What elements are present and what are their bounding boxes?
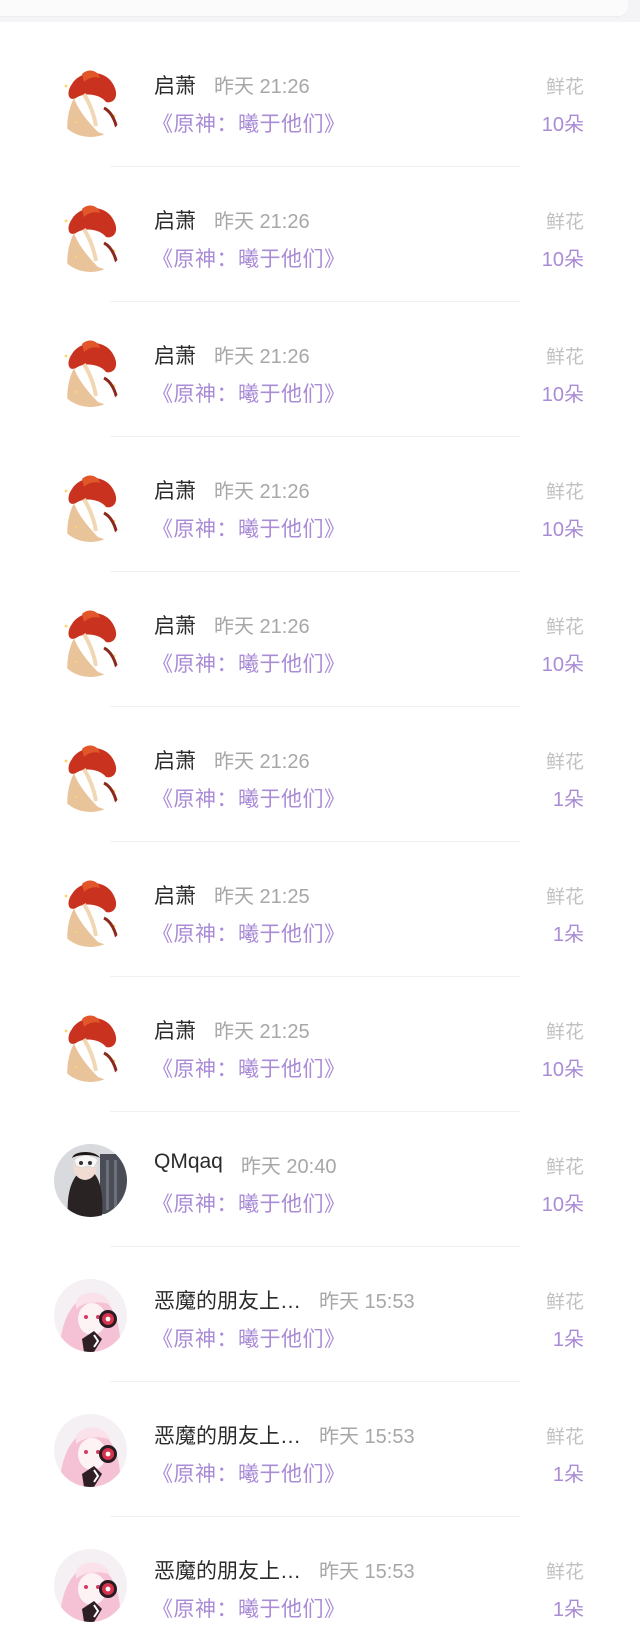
book-title-link[interactable]: 《原神：曦于他们》: [152, 1053, 346, 1083]
list-item[interactable]: 启萧 昨天 21:26 《原神：曦于他们》 鲜花 10朵: [0, 572, 640, 707]
gift-type-label: 鲜花: [545, 1022, 584, 1043]
avatar-red-hair: [54, 199, 127, 272]
user-avatar[interactable]: [54, 1144, 127, 1217]
avatar-pink-headphones: [54, 1279, 127, 1352]
gift-type-label: 鲜花: [545, 887, 584, 908]
gift-count: 10朵: [541, 519, 584, 541]
avatar-red-hair: [54, 64, 127, 137]
user-avatar[interactable]: [54, 1414, 127, 1487]
timestamp: 昨天 21:26: [214, 751, 310, 773]
avatar-pink-headphones: [54, 1414, 127, 1487]
avatar-masked-girl: [54, 1144, 127, 1217]
gift-type-label: 鲜花: [545, 752, 584, 773]
user-avatar[interactable]: [54, 1279, 127, 1352]
list-item[interactable]: 启萧 昨天 21:26 《原神：曦于他们》 鲜花 10朵: [0, 167, 640, 302]
timestamp: 昨天 21:25: [214, 886, 310, 908]
list-item[interactable]: 恶魔的朋友上… 昨天 15:53 《原神：曦于他们》 鲜花 1朵: [0, 1247, 640, 1382]
user-name[interactable]: 恶魔的朋友上…: [154, 1420, 301, 1450]
user-avatar[interactable]: [54, 874, 127, 947]
book-title-link[interactable]: 《原神：曦于他们》: [152, 1458, 346, 1488]
list-item[interactable]: 启萧 昨天 21:26 《原神：曦于他们》 鲜花 10朵: [0, 437, 640, 572]
gift-count: 1朵: [552, 1464, 584, 1486]
gift-count: 10朵: [541, 384, 584, 406]
timestamp: 昨天 21:26: [214, 211, 310, 233]
gift-type-label: 鲜花: [545, 617, 584, 638]
gift-type-label: 鲜花: [545, 77, 584, 98]
timestamp: 昨天 21:26: [214, 76, 310, 98]
user-name[interactable]: 恶魔的朋友上…: [154, 1285, 301, 1315]
user-avatar[interactable]: [54, 739, 127, 812]
book-title-link[interactable]: 《原神：曦于他们》: [152, 108, 346, 138]
user-name[interactable]: 启萧: [154, 745, 196, 775]
gift-count: 10朵: [541, 654, 584, 676]
list-item[interactable]: 启萧 昨天 21:26 《原神：曦于他们》 鲜花 1朵: [0, 707, 640, 842]
gift-type-label: 鲜花: [545, 347, 584, 368]
user-name[interactable]: 启萧: [154, 1015, 196, 1045]
book-title-link[interactable]: 《原神：曦于他们》: [152, 1188, 346, 1218]
book-title-link[interactable]: 《原神：曦于他们》: [152, 1593, 346, 1623]
book-title-link[interactable]: 《原神：曦于他们》: [152, 918, 346, 948]
gift-type-label: 鲜花: [545, 482, 584, 503]
timestamp: 昨天 21:25: [214, 1021, 310, 1043]
gift-count: 1朵: [552, 924, 584, 946]
gift-message-list: 启萧 昨天 21:26 《原神：曦于他们》 鲜花 10朵 启萧 昨天 21:26…: [0, 32, 640, 1652]
user-name[interactable]: 恶魔的朋友上…: [154, 1555, 301, 1585]
top-search-bar-surface: [0, 0, 628, 16]
avatar-red-hair: [54, 604, 127, 677]
list-item[interactable]: 启萧 昨天 21:26 《原神：曦于他们》 鲜花 10朵: [0, 302, 640, 437]
top-search-bar-edge: [0, 0, 640, 22]
book-title-link[interactable]: 《原神：曦于他们》: [152, 1323, 346, 1353]
list-item[interactable]: 恶魔的朋友上… 昨天 15:53 《原神：曦于他们》 鲜花 1朵: [0, 1382, 640, 1517]
list-item[interactable]: 恶魔的朋友上… 昨天 15:53 《原神：曦于他们》 鲜花 1朵: [0, 1517, 640, 1652]
gift-count: 10朵: [541, 114, 584, 136]
list-item[interactable]: 启萧 昨天 21:26 《原神：曦于他们》 鲜花 10朵: [0, 32, 640, 167]
gift-type-label: 鲜花: [545, 1427, 584, 1448]
book-title-link[interactable]: 《原神：曦于他们》: [152, 378, 346, 408]
gift-count: 1朵: [552, 789, 584, 811]
user-avatar[interactable]: [54, 604, 127, 677]
avatar-red-hair: [54, 469, 127, 542]
user-avatar[interactable]: [54, 64, 127, 137]
gift-count: 10朵: [541, 1059, 584, 1081]
timestamp: 昨天 21:26: [214, 481, 310, 503]
avatar-red-hair: [54, 739, 127, 812]
user-avatar[interactable]: [54, 469, 127, 542]
timestamp: 昨天 20:40: [240, 1156, 337, 1178]
timestamp: 昨天 21:26: [214, 346, 310, 368]
user-name[interactable]: 启萧: [154, 880, 196, 910]
avatar-pink-headphones: [54, 1549, 127, 1622]
book-title-link[interactable]: 《原神：曦于他们》: [152, 243, 346, 273]
book-title-link[interactable]: 《原神：曦于他们》: [152, 513, 346, 543]
avatar-red-hair: [54, 334, 127, 407]
timestamp: 昨天 15:53: [319, 1561, 415, 1583]
gift-type-label: 鲜花: [545, 1157, 584, 1178]
gift-count: 1朵: [552, 1329, 584, 1351]
gift-type-label: 鲜花: [545, 212, 584, 233]
gift-type-label: 鲜花: [545, 1562, 584, 1583]
user-name[interactable]: QMqaq: [154, 1150, 223, 1174]
avatar-red-hair: [54, 874, 127, 947]
user-avatar[interactable]: [54, 334, 127, 407]
gift-count: 10朵: [541, 249, 584, 271]
gift-type-label: 鲜花: [545, 1292, 584, 1313]
avatar-red-hair: [54, 1009, 127, 1082]
book-title-link[interactable]: 《原神：曦于他们》: [152, 783, 346, 813]
user-name[interactable]: 启萧: [154, 340, 196, 370]
user-name[interactable]: 启萧: [154, 205, 196, 235]
gift-count: 10朵: [541, 1194, 584, 1216]
list-item[interactable]: 启萧 昨天 21:25 《原神：曦于他们》 鲜花 10朵: [0, 977, 640, 1112]
timestamp: 昨天 15:53: [319, 1426, 415, 1448]
book-title-link[interactable]: 《原神：曦于他们》: [152, 648, 346, 678]
user-name[interactable]: 启萧: [154, 70, 196, 100]
timestamp: 昨天 21:26: [214, 616, 310, 638]
list-item[interactable]: QMqaq 昨天 20:40 《原神：曦于他们》 鲜花 10朵: [0, 1112, 640, 1247]
user-name[interactable]: 启萧: [154, 610, 196, 640]
user-avatar[interactable]: [54, 1009, 127, 1082]
timestamp: 昨天 15:53: [319, 1291, 415, 1313]
user-avatar[interactable]: [54, 1549, 127, 1622]
gift-count: 1朵: [552, 1599, 584, 1621]
user-name[interactable]: 启萧: [154, 475, 196, 505]
user-avatar[interactable]: [54, 199, 127, 272]
list-item[interactable]: 启萧 昨天 21:25 《原神：曦于他们》 鲜花 1朵: [0, 842, 640, 977]
